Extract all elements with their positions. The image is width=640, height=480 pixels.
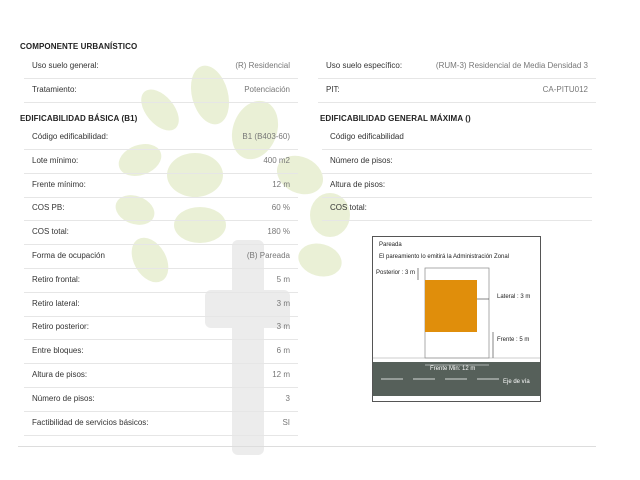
pareada-diagram: Pareada El pareamiento lo emitirá la Adm… [372, 236, 541, 402]
table-row: Número de pisos: 3 [24, 387, 298, 412]
field-label: Retiro posterior: [32, 322, 89, 332]
field-value: (R) Residencial [235, 61, 290, 70]
field-value: 12 m [272, 370, 290, 379]
field-label: PIT: [326, 85, 340, 94]
row-pit: PIT: CA-PITU012 [318, 78, 596, 103]
field-label: Entre bloques: [32, 346, 84, 356]
table-row: COS total: [322, 196, 592, 222]
field-value: Potenciación [244, 85, 290, 94]
field-value: 3 m [276, 298, 290, 308]
table-row: Forma de ocupación (B) Pareada [24, 244, 298, 269]
field-label: Frente mínimo: [32, 179, 86, 189]
field-value: SI [282, 417, 290, 427]
section-title-component: COMPONENTE URBANÍSTICO [20, 42, 138, 51]
posterior-label: Posterior : 3 m [376, 270, 416, 276]
field-label: Retiro frontal: [32, 274, 81, 284]
field-label: COS PB: [32, 203, 65, 213]
field-label: Código edificabilidad: [32, 132, 109, 141]
table-row: Frente mínimo: 12 m [24, 173, 298, 198]
field-label: Forma de ocupación [32, 251, 105, 260]
table-row: Número de pisos: [322, 149, 592, 174]
divider [18, 446, 596, 447]
table-row: Código edificabilidad: B1 (B403-60) [24, 125, 298, 150]
table-row: COS total: 180 % [24, 220, 298, 246]
table-row: Retiro frontal: 5 m [24, 268, 298, 293]
field-value: 3 [285, 393, 290, 403]
field-label: Retiro lateral: [32, 298, 80, 308]
row-tratamiento: Tratamiento: Potenciación [24, 78, 298, 103]
field-value: 12 m [272, 179, 290, 189]
field-value: (RUM-3) Residencial de Media Densidad 3 [435, 61, 588, 70]
lateral-label: Lateral : 3 m [497, 294, 531, 300]
field-value: CA-PITU012 [542, 85, 588, 94]
diagram-drawing [373, 267, 540, 396]
eje-label: Eje de vía [503, 379, 530, 385]
table-row: Código edificabilidad [322, 125, 592, 150]
field-value: (B) Pareada [246, 251, 290, 260]
table-row: Altura de pisos: [322, 173, 592, 198]
field-value: B1 (B403-60) [242, 132, 290, 141]
section-title-max: EDIFICABILIDAD GENERAL MÁXIMA () [320, 114, 471, 123]
field-label: COS total: [32, 227, 69, 237]
field-label: Código edificabilidad [330, 132, 404, 141]
table-row: COS PB: 60 % [24, 196, 298, 222]
field-label: Uso suelo específico: [326, 61, 403, 70]
field-value: 60 % [271, 203, 290, 213]
frente-min-label: Frente Min: 12 m [430, 366, 476, 372]
field-label: Lote mínimo: [32, 155, 79, 165]
building-footprint [425, 280, 477, 332]
section-title-basic: EDIFICABILIDAD BÁSICA (B1) [20, 114, 138, 123]
field-label: Factibilidad de servicios básicos: [32, 417, 149, 427]
field-value: 3 m [276, 322, 290, 332]
field-value: 6 m [276, 346, 290, 356]
table-row: Lote mínimo: 400 m2 [24, 149, 298, 174]
field-label: Altura de pisos: [32, 370, 88, 379]
field-label: Número de pisos: [330, 155, 393, 165]
field-label: Uso suelo general: [32, 61, 99, 70]
row-uso-suelo-especifico: Uso suelo específico: (RUM-3) Residencia… [318, 54, 596, 79]
table-row: Entre bloques: 6 m [24, 339, 298, 365]
field-value: 400 m2 [263, 155, 290, 165]
field-label: Número de pisos: [32, 393, 95, 403]
row-uso-suelo-general: Uso suelo general: (R) Residencial [24, 54, 298, 79]
table-row: Factibilidad de servicios básicos: SI [24, 411, 298, 436]
table-row: Altura de pisos: 12 m [24, 363, 298, 388]
field-value: 5 m [276, 274, 290, 284]
field-label: COS total: [330, 203, 367, 213]
field-value: 180 % [267, 227, 290, 237]
table-row: Retiro posterior: 3 m [24, 315, 298, 341]
field-label: Tratamiento: [32, 85, 77, 94]
table-row: Retiro lateral: 3 m [24, 292, 298, 317]
frente-label: Frente : 5 m [497, 337, 530, 343]
field-label: Altura de pisos: [330, 179, 386, 189]
